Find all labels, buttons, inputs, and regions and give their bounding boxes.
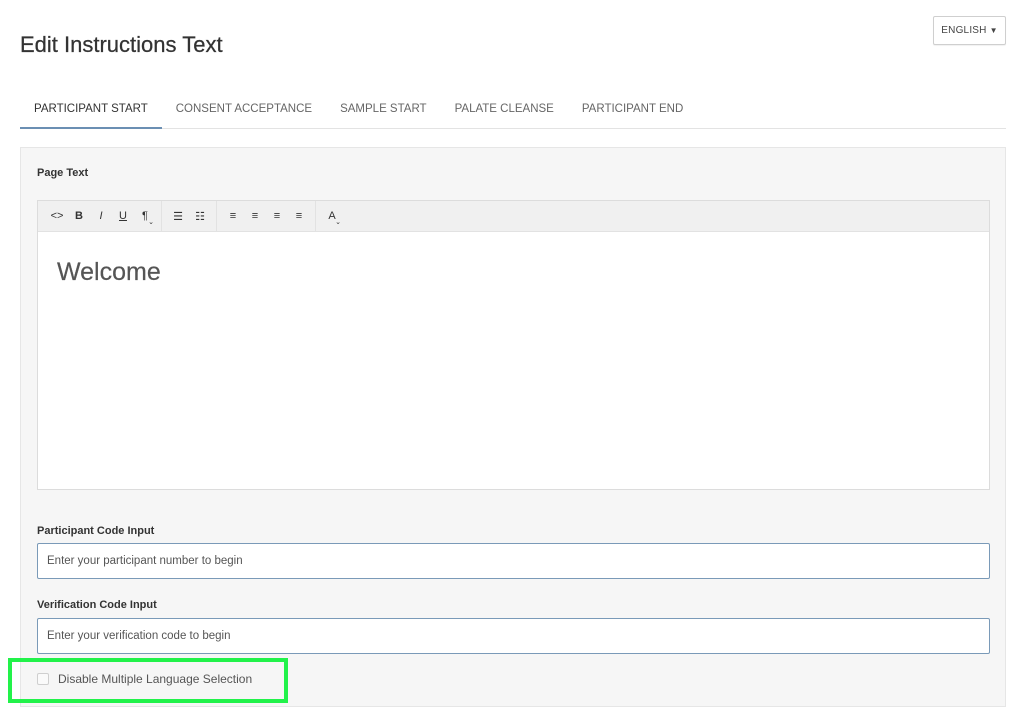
paragraph-icon: ¶ [142, 210, 148, 222]
toolbar-divider [161, 200, 162, 232]
disable-language-checkbox[interactable] [37, 673, 49, 685]
italic-button[interactable]: I [90, 205, 112, 227]
code-view-button[interactable]: <> [46, 205, 68, 227]
disable-language-label: Disable Multiple Language Selection [58, 672, 253, 686]
language-dropdown-button[interactable]: ENGLISH ▼ [933, 16, 1006, 45]
disable-language-option[interactable]: Disable Multiple Language Selection [37, 672, 252, 686]
underline-button[interactable]: U [112, 205, 134, 227]
participant-code-input[interactable] [37, 543, 990, 579]
tab-consent-acceptance[interactable]: CONSENT ACCEPTANCE [162, 90, 326, 128]
editor-toolbar: <> B I U ¶ ⌄ ☰ ☷ ≡ ≡ ≡ ≡ A ⌄ [38, 200, 989, 232]
bold-button[interactable]: B [68, 205, 90, 227]
tab-palate-cleanse[interactable]: PALATE CLEANSE [441, 90, 568, 128]
ordered-list-button[interactable]: ☷ [189, 205, 211, 227]
align-left-button[interactable]: ≡ [222, 205, 244, 227]
align-center-button[interactable]: ≡ [244, 205, 266, 227]
editor-content[interactable]: Welcome [38, 232, 989, 313]
caret-down-icon: ▼ [989, 25, 998, 35]
paragraph-style-button[interactable]: ¶ ⌄ [134, 205, 156, 227]
justify-button[interactable]: ≡ [288, 205, 310, 227]
verification-code-label: Verification Code Input [37, 599, 157, 611]
language-button-label: ENGLISH [941, 25, 987, 36]
tab-bar: PARTICIPANT START CONSENT ACCEPTANCE SAM… [20, 90, 1006, 129]
dropdown-caret-icon: ⌄ [148, 219, 154, 226]
toolbar-divider [315, 200, 316, 232]
font-color-button[interactable]: A ⌄ [321, 205, 343, 227]
page-title: Edit Instructions Text [20, 32, 223, 57]
toolbar-divider [216, 200, 217, 232]
rich-text-editor: <> B I U ¶ ⌄ ☰ ☷ ≡ ≡ ≡ ≡ A ⌄ Welcome [37, 200, 990, 490]
tab-participant-start[interactable]: PARTICIPANT START [20, 90, 162, 129]
align-right-button[interactable]: ≡ [266, 205, 288, 227]
tab-participant-end[interactable]: PARTICIPANT END [568, 90, 697, 128]
verification-code-input[interactable] [37, 618, 990, 654]
instructions-panel: Page Text <> B I U ¶ ⌄ ☰ ☷ ≡ ≡ ≡ ≡ A ⌄ Wel… [20, 147, 1006, 707]
dropdown-caret-icon: ⌄ [335, 219, 341, 226]
page-text-label: Page Text [37, 167, 89, 179]
participant-code-label: Participant Code Input [37, 525, 155, 537]
unordered-list-button[interactable]: ☰ [167, 205, 189, 227]
tab-sample-start[interactable]: SAMPLE START [326, 90, 441, 128]
